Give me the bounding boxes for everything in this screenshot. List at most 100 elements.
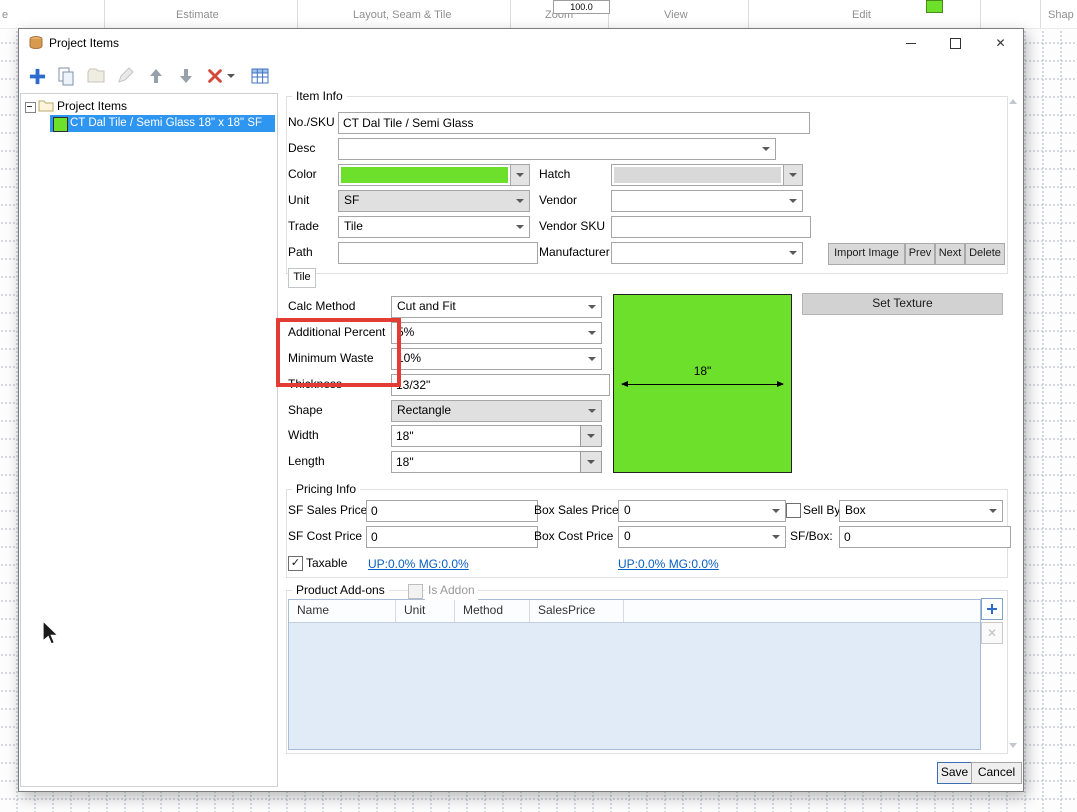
unit-value: SF — [344, 193, 360, 207]
hatch-dropdown-button[interactable] — [783, 165, 802, 185]
copy-icon — [58, 67, 74, 86]
additional-percent-combobox[interactable]: 5% — [391, 322, 602, 344]
ribbon-separator — [980, 0, 981, 28]
chevron-down-icon — [516, 199, 524, 203]
mouse-cursor — [42, 620, 60, 645]
import-image-button[interactable]: Import Image — [828, 243, 905, 265]
no-sku-input[interactable] — [338, 112, 810, 134]
manufacturer-combobox[interactable] — [611, 242, 803, 264]
column-header-method: Method — [455, 600, 530, 622]
prev-button[interactable]: Prev — [905, 243, 935, 265]
thickness-input[interactable] — [391, 374, 610, 396]
calc-method-combobox[interactable]: Cut and Fit — [391, 296, 602, 318]
column-header-salesprice: SalesPrice — [530, 600, 624, 622]
is-addon-checkbox[interactable] — [408, 584, 423, 599]
project-items-tree: Project Items CT Dal Tile / Semi Glass 1… — [20, 93, 278, 787]
taxable-label: Taxable — [306, 556, 348, 570]
vendor-sku-input[interactable] — [611, 216, 811, 238]
minimize-icon — [905, 42, 916, 44]
sf-per-box-input[interactable] — [839, 526, 1011, 548]
add-addon-button[interactable] — [981, 598, 1003, 620]
tree-root-item[interactable]: Project Items — [21, 94, 277, 114]
tree-root-label: Project Items — [57, 99, 128, 113]
copy-item-button[interactable] — [55, 65, 77, 87]
length-input[interactable] — [391, 451, 589, 473]
unit-combobox[interactable]: SF — [338, 190, 530, 212]
hatch-label: Hatch — [539, 167, 571, 181]
remove-addon-button[interactable]: ✕ — [981, 622, 1003, 644]
chevron-down-icon — [789, 173, 797, 177]
shape-value: Rectangle — [397, 403, 452, 417]
save-button[interactable]: Save — [937, 762, 972, 784]
folder-button[interactable] — [85, 65, 107, 87]
box-cost-price-combobox[interactable]: 0 — [618, 526, 786, 548]
cancel-button[interactable]: Cancel — [971, 762, 1022, 784]
delete-image-button[interactable]: Delete — [965, 243, 1005, 265]
close-icon: ✕ — [995, 36, 1006, 50]
minimize-button[interactable] — [888, 29, 933, 57]
add-item-button[interactable] — [26, 65, 48, 87]
delete-dropdown-button[interactable] — [227, 74, 235, 78]
minimum-waste-value: 10% — [397, 351, 422, 365]
edit-item-button[interactable] — [114, 65, 136, 87]
tab-tile[interactable]: Tile — [288, 268, 316, 288]
vendor-label: Vendor — [539, 193, 578, 207]
chevron-down-icon — [588, 357, 596, 361]
close-button[interactable]: ✕ — [978, 29, 1023, 57]
box-margin-link[interactable]: UP:0.0% MG:0.0% — [618, 557, 719, 571]
desc-combobox[interactable] — [338, 138, 776, 160]
tile-preview: 18" — [613, 294, 792, 473]
delete-item-button[interactable] — [204, 65, 226, 87]
shape-combobox[interactable]: Rectangle — [391, 400, 602, 422]
length-dropdown-button[interactable] — [580, 451, 602, 473]
manufacturer-label: Manufacturer — [539, 245, 610, 259]
box-sales-price-combobox[interactable]: 0 — [618, 500, 786, 522]
delete-x-icon — [208, 69, 222, 83]
scroll-down-icon[interactable] — [1009, 743, 1017, 748]
column-header-name: Name — [289, 600, 396, 622]
color-combobox[interactable] — [338, 164, 530, 186]
width-input[interactable] — [391, 425, 589, 447]
taxable-checkbox[interactable]: ✓ — [288, 556, 303, 571]
hatch-combobox[interactable] — [611, 164, 803, 186]
sell-by-value: Box — [845, 503, 866, 517]
grid-view-button[interactable] — [249, 65, 271, 87]
set-texture-button[interactable]: Set Texture — [802, 293, 1003, 315]
vendor-combobox[interactable] — [611, 190, 803, 212]
color-dropdown-button[interactable] — [510, 165, 529, 185]
additional-percent-label: Additional Percent — [288, 325, 386, 339]
chevron-down-icon — [588, 331, 596, 335]
tree-selected-item[interactable]: CT Dal Tile / Semi Glass 18" x 18" SF — [50, 115, 275, 132]
move-down-button[interactable] — [175, 65, 197, 87]
sf-sales-price-input[interactable] — [366, 500, 538, 522]
tree-expander-icon[interactable] — [25, 102, 36, 113]
addons-table-header: Name Unit Method SalesPrice — [289, 600, 980, 623]
maximize-button[interactable] — [933, 29, 978, 57]
next-button[interactable]: Next — [935, 243, 965, 265]
color-swatch-icon[interactable] — [926, 0, 943, 13]
sell-by-checkbox[interactable] — [786, 503, 801, 518]
zoom-level-input[interactable] — [553, 0, 610, 14]
scroll-up-icon[interactable] — [1009, 99, 1017, 104]
sell-by-combobox[interactable]: Box — [839, 500, 1003, 522]
dialog-title: Project Items — [49, 36, 120, 50]
arrow-up-icon — [150, 69, 162, 83]
sf-margin-link[interactable]: UP:0.0% MG:0.0% — [368, 557, 469, 571]
sf-sales-price-label: SF Sales Price — [288, 503, 368, 517]
sf-cost-price-input[interactable] — [366, 526, 538, 548]
ribbon-separator — [748, 0, 749, 28]
ribbon-separator — [297, 0, 298, 28]
width-label: Width — [288, 428, 319, 442]
trade-combobox[interactable]: Tile — [338, 216, 530, 238]
pencil-icon — [118, 67, 134, 83]
close-icon: ✕ — [986, 626, 998, 640]
pricing-info-group-label: Pricing Info — [292, 481, 361, 497]
minimum-waste-combobox[interactable]: 10% — [391, 348, 602, 370]
move-up-button[interactable] — [145, 65, 167, 87]
calc-method-value: Cut and Fit — [397, 299, 456, 313]
is-addon-label: Is Addon — [425, 580, 478, 600]
width-dropdown-button[interactable] — [580, 425, 602, 447]
desc-label: Desc — [288, 141, 316, 155]
path-input[interactable] — [338, 242, 538, 264]
dialog-titlebar[interactable]: Project Items ✕ — [19, 29, 1023, 57]
